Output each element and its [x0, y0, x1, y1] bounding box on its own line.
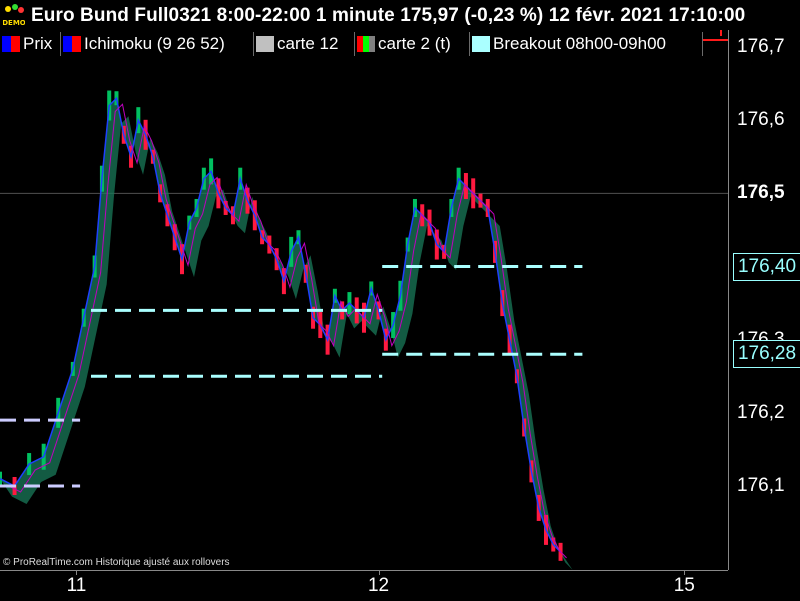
- x-tick-mark: [76, 571, 78, 575]
- breakout-level-badge: 176,28: [733, 340, 800, 369]
- title-bar: DEMO Euro Bund Full0321 8:00-22:00 1 min…: [0, 0, 800, 32]
- legend-item-carte-2[interactable]: carte 2 (t): [355, 32, 470, 56]
- ichimoku-cloud: [0, 98, 573, 570]
- x-tick-label: 11: [66, 575, 87, 596]
- demo-logo-text: DEMO: [3, 19, 25, 27]
- price-chart[interactable]: [0, 56, 728, 570]
- breakout-swatch-icon: [472, 36, 490, 52]
- x-tick-label: 15: [673, 575, 695, 596]
- carte-12-swatch-icon: [256, 36, 274, 52]
- legend-label-carte-2: carte 2 (t): [378, 34, 451, 53]
- x-tick-label: 12: [367, 575, 390, 596]
- y-tick-label: 176,2: [737, 401, 785, 423]
- x-tick-mark: [684, 571, 686, 575]
- y-tick-label: 176,7: [737, 36, 785, 57]
- carte-2-swatch-icon: [357, 36, 375, 52]
- legend-label-breakout: Breakout 08h00-09h00: [493, 34, 666, 53]
- legend-item-carte-12[interactable]: carte 12: [254, 32, 355, 56]
- legend-label-ichimoku: Ichimoku (9 26 52): [84, 34, 225, 53]
- y-tick-label: 176,1: [737, 475, 785, 496]
- time-axis[interactable]: 11 12 15: [0, 570, 728, 601]
- price-marker-icon: [703, 30, 729, 41]
- breakout-level-badge: 176,40: [733, 252, 800, 281]
- chart-title: Euro Bund Full0321 8:00-22:00 1 minute 1…: [31, 5, 746, 26]
- legend-bar: Prix Ichimoku (9 26 52) carte 12 carte 2…: [0, 32, 704, 57]
- copyright-notice: © ProRealTime.com Historique ajusté aux …: [3, 557, 230, 568]
- price-axis[interactable]: 176,7176,6176,5176,4176,3176,2176,1176,4…: [728, 30, 800, 570]
- demo-logo-icon: DEMO: [3, 4, 25, 27]
- legend-item-prix[interactable]: Prix: [0, 32, 61, 56]
- legend-label-carte-12: carte 12: [277, 34, 339, 53]
- y-tick-label: 176,5: [737, 182, 785, 204]
- y-tick-label: 176,6: [737, 109, 785, 131]
- ichimoku-swatch-icon: [63, 36, 81, 52]
- legend-item-breakout[interactable]: Breakout 08h00-09h00: [470, 32, 703, 56]
- legend-label-prix: Prix: [23, 34, 53, 53]
- legend-item-ichimoku[interactable]: Ichimoku (9 26 52): [61, 32, 254, 56]
- x-tick-mark: [378, 571, 380, 575]
- price-swatch-icon: [2, 36, 20, 52]
